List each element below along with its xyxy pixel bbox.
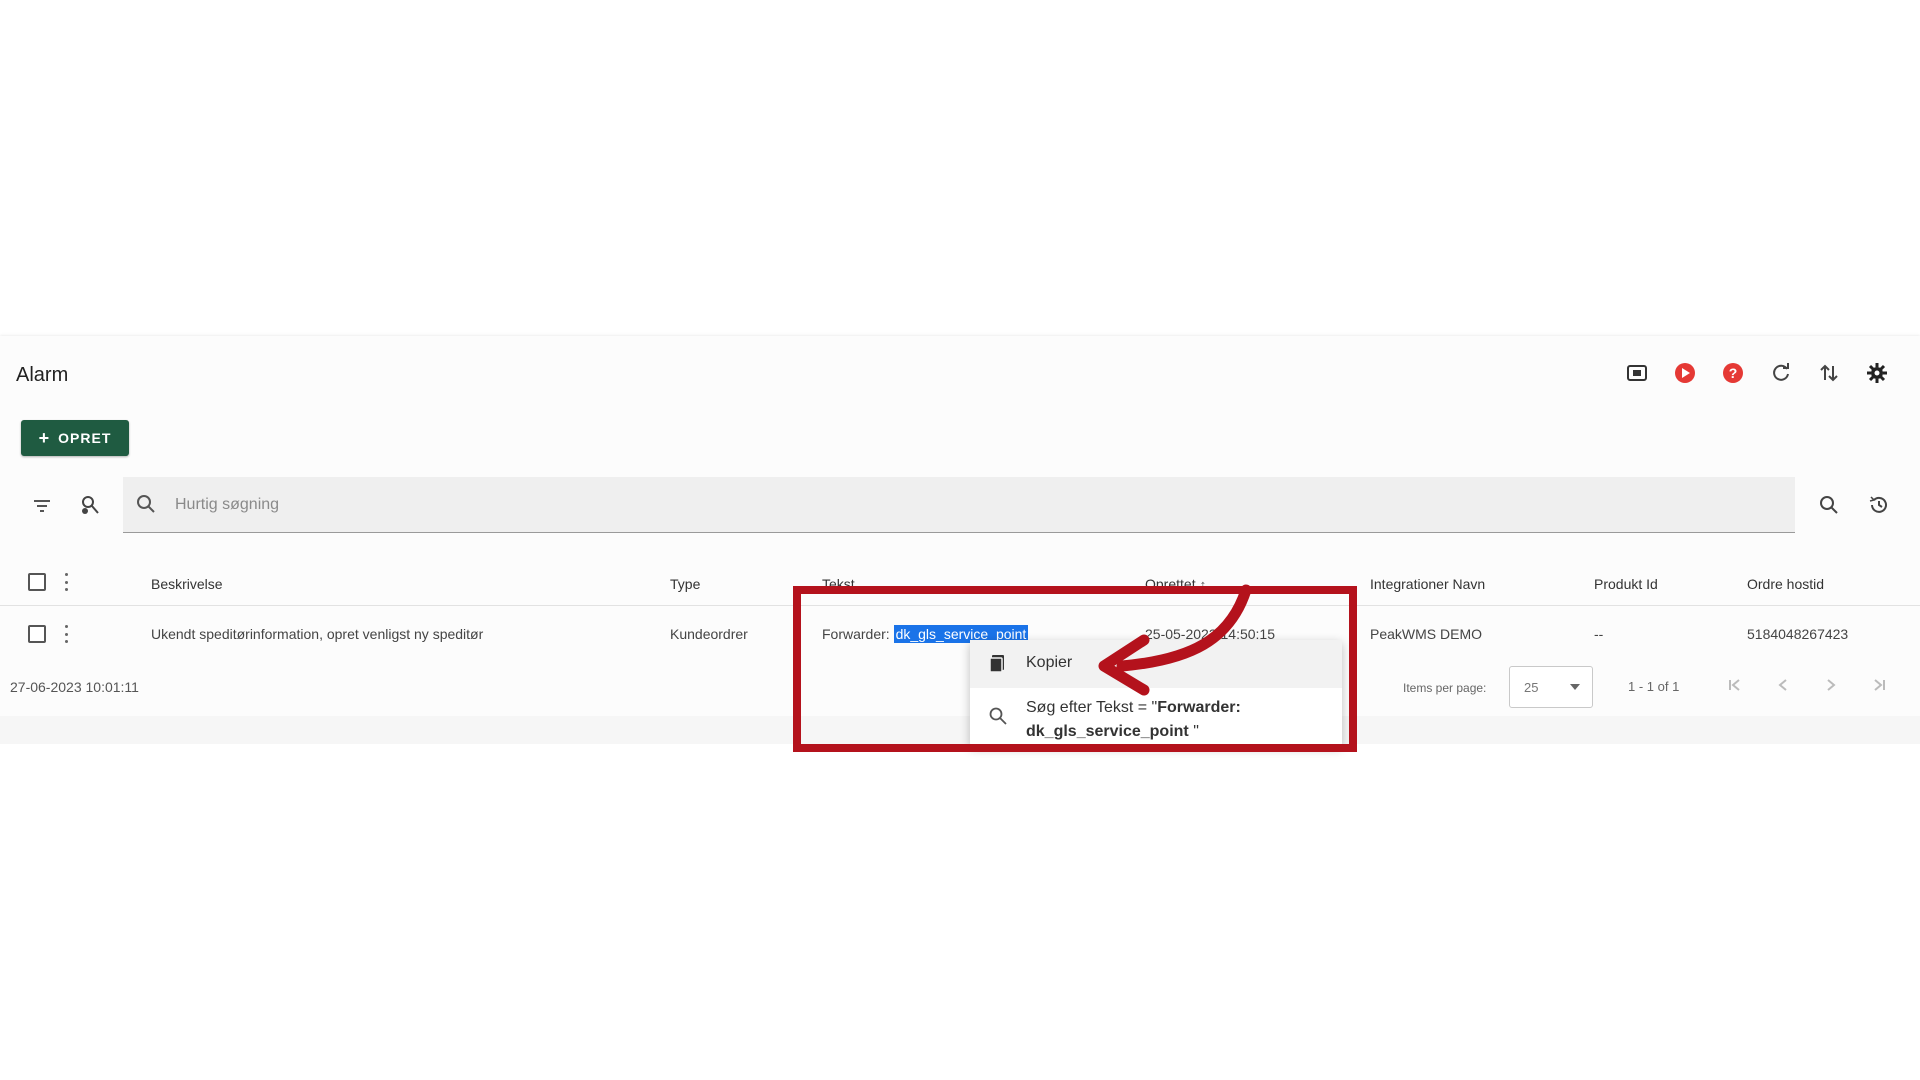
row-menu-icon[interactable] xyxy=(64,625,68,643)
prev-page-icon[interactable] xyxy=(1772,674,1794,696)
row-checkbox[interactable] xyxy=(28,625,46,643)
search-person-icon[interactable] xyxy=(76,492,104,520)
annotation-frame xyxy=(793,586,1357,752)
sort-arrows-icon[interactable] xyxy=(1816,360,1842,386)
col-produkt-id[interactable]: Produkt Id xyxy=(1594,576,1658,592)
chevron-down-icon xyxy=(1570,684,1580,690)
settings-icon[interactable] xyxy=(1864,360,1890,386)
items-per-page-value: 25 xyxy=(1524,679,1539,695)
quick-search xyxy=(123,477,1795,533)
pagination-controls xyxy=(1724,674,1890,696)
cell-type: Kundeordrer xyxy=(670,626,748,642)
pagination-range: 1 - 1 of 1 xyxy=(1628,679,1680,694)
zoom-search-icon[interactable] xyxy=(1816,492,1842,518)
col-beskrivelse[interactable]: Beskrivelse xyxy=(151,576,223,592)
col-ordre-hostid[interactable]: Ordre hostid xyxy=(1747,576,1824,592)
search-icon xyxy=(135,493,159,517)
cell-produkt-id: -- xyxy=(1594,626,1604,642)
plus-icon: + xyxy=(38,428,51,448)
search-input[interactable] xyxy=(175,495,1675,514)
column-menu-icon[interactable] xyxy=(64,573,68,591)
select-all-checkbox[interactable] xyxy=(28,573,46,591)
col-type[interactable]: Type xyxy=(670,576,700,592)
cell-integrationer-navn: PeakWMS DEMO xyxy=(1370,626,1483,642)
record-icon[interactable] xyxy=(1672,360,1698,386)
items-per-page-select[interactable]: 25 xyxy=(1509,666,1593,708)
cell-beskrivelse: Ukendt speditørinformation, opret venlig… xyxy=(151,626,484,642)
header-actions: ? xyxy=(1624,360,1890,386)
items-per-page-label: Items per page: xyxy=(1403,681,1487,695)
search-tools xyxy=(1816,492,1892,518)
refresh-icon[interactable] xyxy=(1768,360,1794,386)
create-button[interactable]: + OPRET xyxy=(21,420,129,456)
create-button-label: OPRET xyxy=(58,430,112,446)
page-title: Alarm xyxy=(16,364,69,386)
svg-text:?: ? xyxy=(1729,365,1738,381)
cell-ordre-hostid: 5184048267423 xyxy=(1747,626,1849,642)
history-icon[interactable] xyxy=(1866,492,1892,518)
filter-tools xyxy=(28,492,104,520)
col-integrationer-navn[interactable]: Integrationer Navn xyxy=(1370,576,1485,592)
last-page-icon[interactable] xyxy=(1868,674,1890,696)
last-updated-timestamp: 27-06-2023 10:01:11 xyxy=(10,679,139,695)
screen-icon[interactable] xyxy=(1624,360,1650,386)
filter-icon[interactable] xyxy=(28,492,56,520)
next-page-icon[interactable] xyxy=(1820,674,1842,696)
help-icon[interactable]: ? xyxy=(1720,360,1746,386)
first-page-icon[interactable] xyxy=(1724,674,1746,696)
